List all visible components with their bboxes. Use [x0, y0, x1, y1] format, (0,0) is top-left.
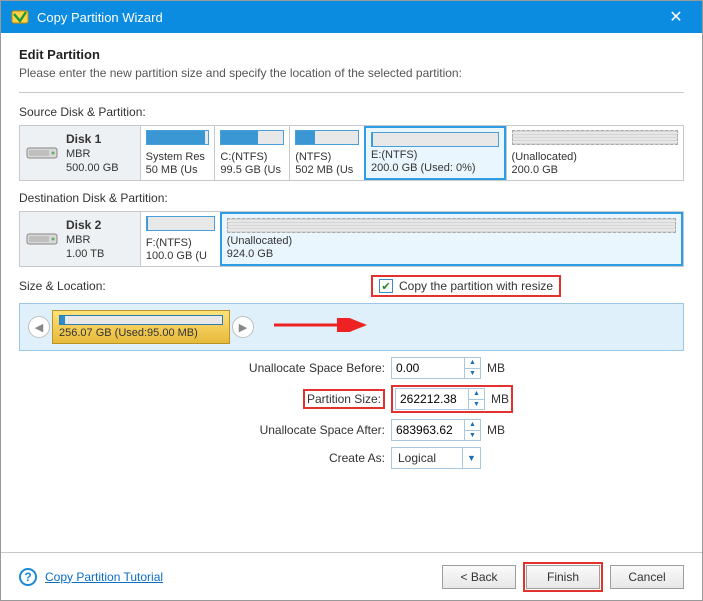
spinner-up-icon[interactable]: ▲ [465, 358, 480, 369]
partition-slider[interactable]: ◀ 256.07 GB (Used:95.00 MB) ▶ [19, 303, 684, 351]
copy-resize-checkbox-highlight: ✔ Copy the partition with resize [371, 275, 561, 297]
arrow-icon [274, 318, 374, 337]
slider-partition-block[interactable]: 256.07 GB (Used:95.00 MB) [52, 310, 230, 344]
partition-cell[interactable]: (Unallocated)200.0 GB [506, 126, 683, 180]
copy-resize-label: Copy the partition with resize [399, 279, 553, 293]
disk-cell: Disk 1MBR500.00 GB [20, 126, 140, 180]
titlebar: Copy Partition Wizard ✕ [1, 1, 702, 33]
page-heading: Edit Partition [19, 47, 684, 62]
disk-info: Disk 2MBR1.00 TB [66, 218, 104, 261]
partition-bar [295, 130, 359, 145]
partition-cell[interactable]: (NTFS)502 MB (Us [289, 126, 364, 180]
size-location-label: Size & Location: [19, 279, 371, 293]
back-button[interactable]: < Back [442, 565, 516, 589]
partition-bar-unallocated [227, 218, 676, 233]
partition-cell[interactable]: E:(NTFS)200.0 GB (Used: 0%) [364, 126, 506, 180]
partition-bar [146, 130, 210, 145]
psize-input[interactable]: ▲▼ [395, 388, 485, 410]
tutorial-link[interactable]: Copy Partition Tutorial [45, 570, 163, 584]
slider-caption: 256.07 GB (Used:95.00 MB) [59, 327, 223, 339]
psize-input-highlight: ▲▼ MB [391, 385, 513, 413]
psize-label-highlight: Partition Size: [303, 389, 385, 409]
partition-meta: System Res50 MB (Us [146, 151, 210, 177]
disk-icon [26, 229, 58, 249]
partition-bar [220, 130, 284, 145]
partition-cell[interactable]: System Res50 MB (Us [140, 126, 215, 180]
spinner-down-icon[interactable]: ▼ [465, 431, 480, 441]
source-disk-row: Disk 1MBR500.00 GB System Res50 MB (Us C:(… [19, 125, 684, 181]
psize-label: Partition Size: [307, 392, 381, 406]
partition-meta: (Unallocated)924.0 GB [227, 235, 676, 261]
unit-label: MB [487, 361, 505, 375]
dest-label: Destination Disk & Partition: [19, 191, 684, 205]
copy-resize-checkbox[interactable]: ✔ [379, 279, 393, 293]
footer: ? Copy Partition Tutorial < Back Finish … [1, 552, 702, 600]
after-label: Unallocate Space After: [19, 423, 391, 437]
unit-label: MB [487, 423, 505, 437]
partition-cell[interactable]: F:(NTFS)100.0 GB (U [140, 212, 220, 266]
help-icon[interactable]: ? [19, 568, 37, 586]
before-input[interactable]: ▲▼ [391, 357, 481, 379]
partition-cell[interactable]: C:(NTFS)99.5 GB (Us [214, 126, 289, 180]
slider-usage-bar [59, 315, 223, 325]
partition-bar-unallocated [512, 130, 678, 145]
before-label: Unallocate Space Before: [19, 361, 391, 375]
partition-meta: F:(NTFS)100.0 GB (U [146, 237, 215, 263]
spinner-down-icon[interactable]: ▼ [465, 369, 480, 379]
chevron-down-icon[interactable]: ▼ [462, 448, 480, 468]
partition-bar [146, 216, 215, 231]
unit-label: MB [491, 392, 509, 406]
create-as-label: Create As: [19, 451, 391, 465]
after-input[interactable]: ▲▼ [391, 419, 481, 441]
partition-bar [371, 132, 499, 147]
create-as-select[interactable]: Logical ▼ [391, 447, 481, 469]
source-label: Source Disk & Partition: [19, 105, 684, 119]
partition-meta: (Unallocated)200.0 GB [512, 151, 678, 177]
partition-meta: E:(NTFS)200.0 GB (Used: 0%) [371, 149, 499, 175]
partition-cell[interactable]: (Unallocated)924.0 GB [220, 212, 683, 266]
window-title: Copy Partition Wizard [37, 10, 660, 25]
dest-disk-row: Disk 2MBR1.00 TB F:(NTFS)100.0 GB (U (Unal… [19, 211, 684, 267]
spinner-up-icon[interactable]: ▲ [469, 389, 484, 400]
divider [19, 92, 684, 93]
finish-button[interactable]: Finish [526, 565, 600, 589]
partition-meta: C:(NTFS)99.5 GB (Us [220, 151, 284, 177]
slider-handle-left[interactable]: ◀ [28, 316, 50, 338]
disk-icon [26, 143, 58, 163]
spinner-down-icon[interactable]: ▼ [469, 400, 484, 410]
create-as-value: Logical [392, 451, 462, 465]
slider-handle-right[interactable]: ▶ [232, 316, 254, 338]
app-logo-icon [11, 8, 29, 26]
cancel-button[interactable]: Cancel [610, 565, 684, 589]
partition-meta: (NTFS)502 MB (Us [295, 151, 359, 177]
close-button[interactable]: ✕ [660, 1, 692, 33]
disk-info: Disk 1MBR500.00 GB [66, 132, 119, 175]
disk-cell: Disk 2MBR1.00 TB [20, 212, 140, 266]
spinner-up-icon[interactable]: ▲ [465, 420, 480, 431]
page-subheading: Please enter the new partition size and … [19, 66, 684, 80]
